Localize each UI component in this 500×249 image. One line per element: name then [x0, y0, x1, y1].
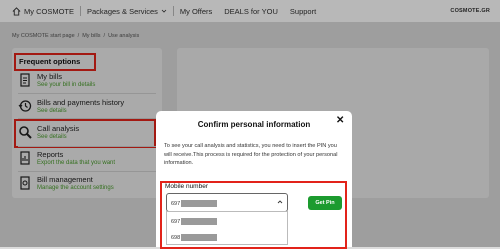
modal-description: To see your call analysis and statistics… — [164, 143, 338, 167]
mobile-number-select[interactable]: 697 — [166, 193, 288, 212]
selected-number: 697 — [171, 200, 181, 207]
select-value: 697 — [171, 200, 218, 207]
redacted-mask — [181, 218, 218, 225]
mobile-number-label: Mobile number — [165, 183, 208, 190]
dropdown-option[interactable]: 697 — [171, 218, 218, 225]
redacted-mask — [181, 200, 218, 207]
chevron-up-icon — [277, 200, 283, 204]
dropdown-option[interactable]: 698 — [171, 234, 218, 241]
modal-title: Confirm personal information — [197, 120, 311, 129]
close-icon[interactable]: ✕ — [336, 115, 344, 126]
get-pin-button[interactable]: Get Pin — [308, 196, 342, 210]
mobile-number-options: 697 698 — [166, 211, 288, 245]
option-number: 697 — [171, 218, 181, 225]
option-number: 698 — [171, 234, 181, 241]
redacted-mask — [181, 234, 218, 241]
